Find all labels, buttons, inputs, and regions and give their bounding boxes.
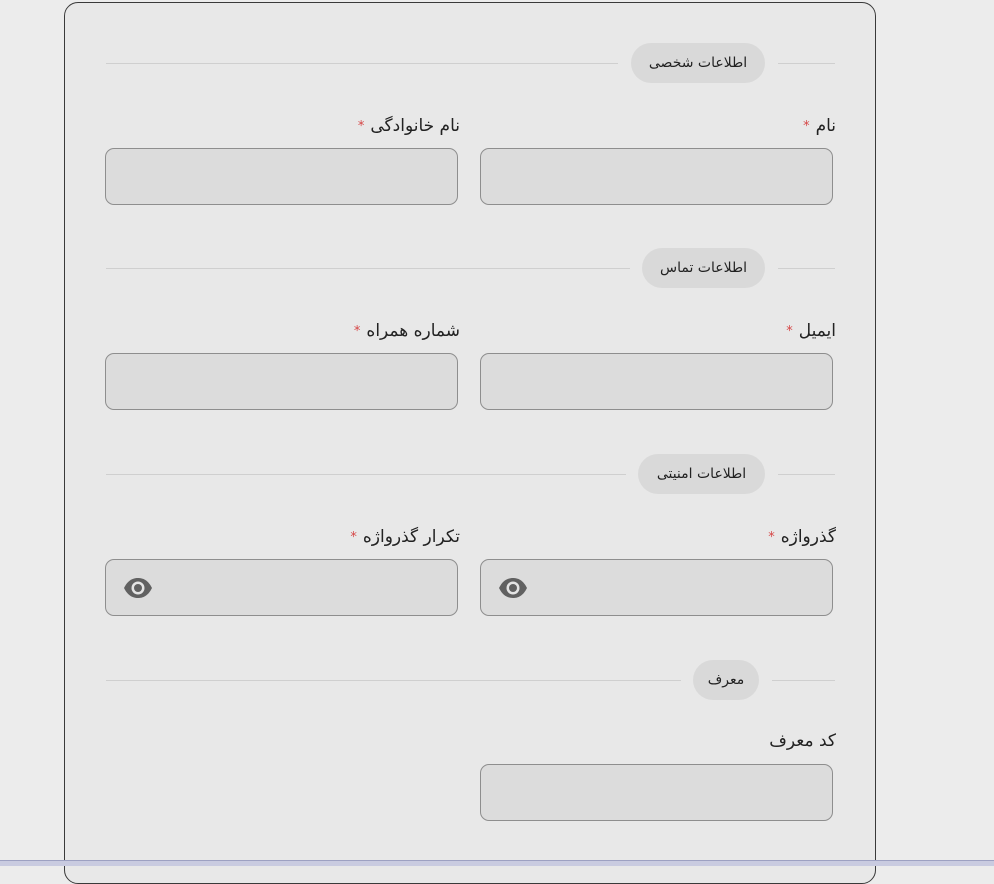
section-header-security: اطلاعات امنیتی — [106, 454, 835, 494]
divider — [772, 680, 835, 681]
phone-input[interactable] — [105, 353, 458, 410]
email-label: ایمیل* — [786, 321, 836, 341]
required-marker: * — [803, 119, 810, 134]
required-marker: * — [768, 530, 775, 545]
section-title: اطلاعات تماس — [642, 248, 765, 288]
confirm-password-input[interactable] — [105, 559, 458, 616]
last-name-input[interactable] — [105, 148, 458, 205]
section-title: معرف — [693, 660, 759, 700]
divider — [106, 63, 618, 64]
divider — [106, 680, 681, 681]
phone-label: شماره همراه* — [353, 321, 460, 341]
email-input[interactable] — [480, 353, 833, 410]
required-marker: * — [357, 119, 365, 134]
eye-icon[interactable] — [123, 577, 153, 599]
eye-icon[interactable] — [498, 577, 528, 599]
divider — [778, 474, 835, 475]
section-header-contact: اطلاعات تماس — [106, 248, 835, 288]
registration-form: اطلاعات شخصی نام* نام خانوادگی* اطلاعات … — [64, 2, 876, 884]
divider — [106, 474, 626, 475]
divider — [778, 63, 835, 64]
referrer-code-input[interactable] — [480, 764, 833, 821]
divider — [778, 268, 835, 269]
required-marker: * — [353, 324, 361, 339]
section-header-personal: اطلاعات شخصی — [106, 43, 835, 83]
password-input[interactable] — [480, 559, 833, 616]
required-marker: * — [350, 530, 357, 545]
password-label: گذرواژه* — [768, 527, 836, 547]
divider — [106, 268, 630, 269]
first-name-label: نام* — [803, 116, 836, 136]
first-name-input[interactable] — [480, 148, 833, 205]
referrer-code-label: کد معرف — [769, 731, 836, 751]
section-title: اطلاعات شخصی — [631, 43, 765, 83]
required-marker: * — [786, 324, 793, 339]
confirm-password-label: تکرار گذرواژه* — [350, 527, 460, 547]
section-header-referrer: معرف — [106, 660, 835, 700]
window-bottom-edge — [0, 860, 994, 866]
last-name-label: نام خانوادگی* — [357, 116, 460, 136]
section-title: اطلاعات امنیتی — [638, 454, 765, 494]
